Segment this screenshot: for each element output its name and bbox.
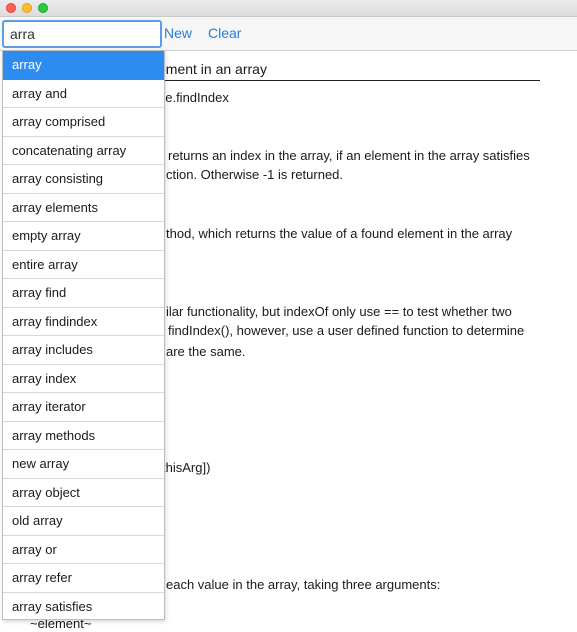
suggestion-item[interactable]: array [3, 51, 164, 80]
new-button[interactable]: New [164, 25, 192, 41]
toolbar: New Clear [0, 17, 577, 51]
text-line: each value in the array, taking three ar… [166, 577, 441, 592]
minimize-window-icon[interactable] [22, 3, 32, 13]
suggestion-item[interactable]: array includes [3, 336, 164, 365]
suggestion-item[interactable]: array object [3, 479, 164, 507]
text-line: ilar functionality, but indexOf only use… [166, 304, 512, 319]
suggestion-item[interactable]: array find [3, 279, 164, 308]
text-line: thod, which returns the value of a found… [166, 226, 513, 241]
suggestion-item[interactable]: array satisfies [3, 593, 164, 620]
search-input[interactable] [2, 20, 162, 48]
suggestion-item[interactable]: array findindex [3, 308, 164, 336]
suggestion-item[interactable]: array refer [3, 564, 164, 593]
suggestion-item[interactable]: array comprised [3, 108, 164, 137]
close-window-icon[interactable] [6, 3, 16, 13]
suggestion-item[interactable]: empty array [3, 222, 164, 251]
text-line: findIndex(), however, use a user defined… [168, 323, 525, 338]
text-line: ction. Otherwise -1 is returned. [166, 167, 344, 182]
suggestion-item[interactable]: array iterator [3, 393, 164, 422]
suggestion-item[interactable]: array elements [3, 194, 164, 222]
suggestion-item[interactable]: array and [3, 80, 164, 108]
text-line: thisArg]) [162, 460, 211, 475]
heading-rule [158, 80, 540, 81]
text-line: are the same. [166, 344, 246, 359]
clear-button[interactable]: Clear [208, 25, 241, 41]
suggestion-item[interactable]: array methods [3, 422, 164, 450]
zoom-window-icon[interactable] [38, 3, 48, 13]
suggestion-item[interactable]: array consisting [3, 165, 164, 194]
autocomplete-dropdown: array array and array comprised concatenati… [2, 50, 165, 620]
title-bar [0, 0, 577, 17]
text-line: returns an index in the array, if an ele… [168, 148, 530, 163]
suggestion-item[interactable]: concatenating array [3, 137, 164, 165]
suggestion-item[interactable]: array or [3, 536, 164, 564]
suggestion-item[interactable]: array index [3, 365, 164, 393]
suggestion-item[interactable]: entire array [3, 251, 164, 279]
text-line: pe.findIndex [158, 90, 229, 105]
document-heading: ement in an array [158, 61, 267, 77]
suggestion-item[interactable]: new array [3, 450, 164, 479]
suggestion-item[interactable]: old array [3, 507, 164, 536]
